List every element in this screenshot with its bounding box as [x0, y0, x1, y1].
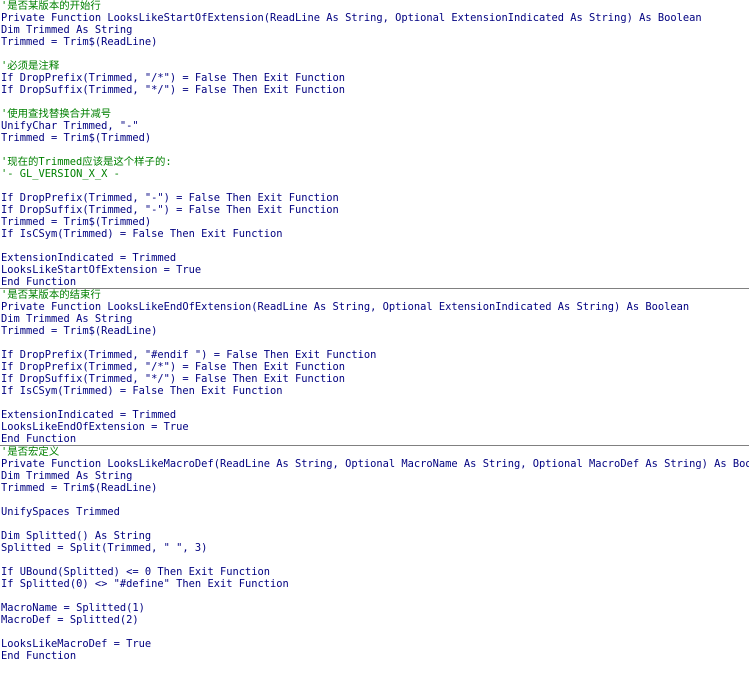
code-line: End Function: [1, 276, 77, 288]
code-line: If UBound(Splitted) <= 0 Then Exit Funct…: [1, 566, 270, 578]
code-line: Dim Trimmed As String: [1, 313, 133, 325]
code-line: If DropPrefix(Trimmed, "#endif ") = Fals…: [1, 349, 377, 361]
comment-line: '是否宏定义: [1, 446, 60, 458]
code-line: Splitted = Split(Trimmed, " ", 3): [1, 542, 208, 554]
code-line: Private Function LooksLikeMacroDef(ReadL…: [1, 458, 749, 470]
code-line: If Splitted(0) <> "#define" Then Exit Fu…: [1, 578, 289, 590]
code-line: UnifyChar Trimmed, "-": [1, 120, 139, 132]
code-line: Private Function LooksLikeStartOfExtensi…: [1, 12, 702, 24]
code-line: If DropSuffix(Trimmed, "-") = False Then…: [1, 204, 339, 216]
comment-line: '- GL_VERSION_X_X -: [1, 168, 120, 180]
code-line: Private Function LooksLikeEndOfExtension…: [1, 301, 690, 313]
code-line: ExtensionIndicated = Trimmed: [1, 409, 177, 421]
code-line: ExtensionIndicated = Trimmed: [1, 252, 177, 264]
comment-line: '现在的Trimmed应该是这个样子的:: [1, 156, 172, 168]
code-line: If DropSuffix(Trimmed, "*/") = False The…: [1, 373, 346, 385]
code-line: LooksLikeEndOfExtension = True: [1, 421, 189, 433]
comment-line: '是否某版本的开始行: [1, 0, 101, 12]
code-editor[interactable]: '是否某版本的开始行 Private Function LooksLikeStar…: [0, 0, 749, 684]
code-line: End Function: [1, 433, 77, 445]
code-line: If DropPrefix(Trimmed, "/*") = False The…: [1, 72, 346, 84]
code-line: If IsCSym(Trimmed) = False Then Exit Fun…: [1, 385, 283, 397]
code-line: Trimmed = Trim$(ReadLine): [1, 482, 158, 494]
code-line: If DropPrefix(Trimmed, "-") = False Then…: [1, 192, 339, 204]
code-line: MacroName = Splitted(1): [1, 602, 145, 614]
code-line: Trimmed = Trim$(ReadLine): [1, 36, 158, 48]
code-line: If IsCSym(Trimmed) = False Then Exit Fun…: [1, 228, 283, 240]
comment-line: '必须是注释: [1, 60, 60, 72]
code-line: LooksLikeMacroDef = True: [1, 638, 152, 650]
code-line: Trimmed = Trim$(ReadLine): [1, 325, 158, 337]
code-line: UnifySpaces Trimmed: [1, 506, 120, 518]
code-line: LooksLikeStartOfExtension = True: [1, 264, 202, 276]
code-line: End Function: [1, 650, 77, 662]
code-line: If DropSuffix(Trimmed, "*/") = False The…: [1, 84, 346, 96]
code-line: MacroDef = Splitted(2): [1, 614, 139, 626]
code-line: Dim Splitted() As String: [1, 530, 152, 542]
comment-line: '使用查找替换合并减号: [1, 108, 112, 120]
code-line: If DropPrefix(Trimmed, "/*") = False The…: [1, 361, 346, 373]
code-line: Dim Trimmed As String: [1, 24, 133, 36]
code-line: Trimmed = Trim$(Trimmed): [1, 132, 152, 144]
comment-line: '是否某版本的结束行: [1, 289, 101, 301]
code-line: Trimmed = Trim$(Trimmed): [1, 216, 152, 228]
code-line: Dim Trimmed As String: [1, 470, 133, 482]
